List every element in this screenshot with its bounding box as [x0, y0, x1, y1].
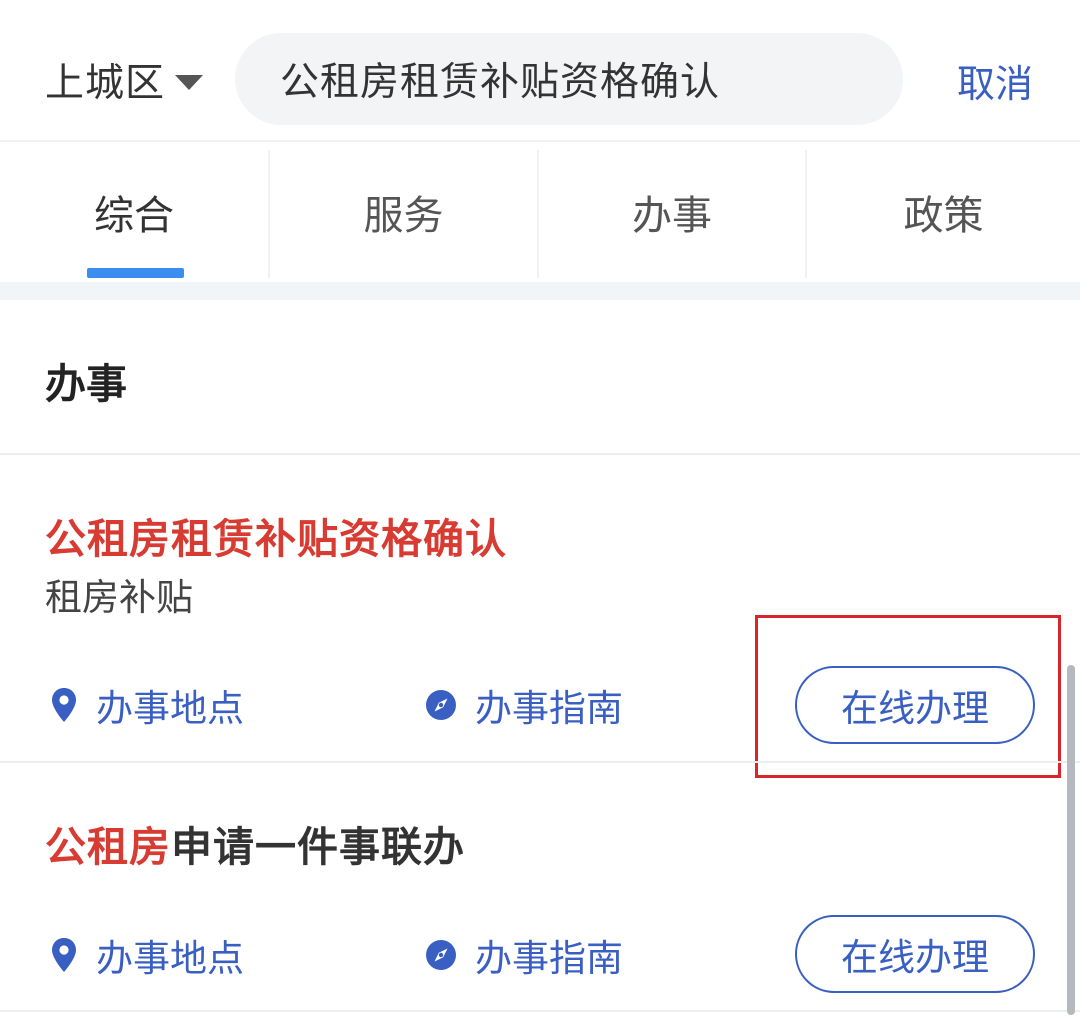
map-pin-icon: [52, 688, 76, 722]
location-link[interactable]: 办事地点: [50, 680, 244, 730]
divider: [0, 761, 1080, 763]
item-title-highlight: 公租房: [45, 823, 171, 871]
tab-comprehensive[interactable]: 综合: [0, 142, 268, 282]
scrollbar[interactable]: [1067, 665, 1075, 1015]
cancel-button[interactable]: 取消: [957, 55, 1033, 106]
tab-bar: 综合 服务 办事 政策: [0, 140, 1080, 282]
item-subtitle: 租房补贴: [45, 576, 193, 619]
guide-label: 办事指南: [475, 937, 623, 980]
region-selector[interactable]: 上城区: [45, 55, 204, 106]
item-title-rest: 申请一件事联办: [171, 823, 465, 871]
online-handle-button[interactable]: 在线办理: [795, 666, 1035, 744]
tab-services[interactable]: 服务: [270, 142, 537, 282]
divider: [0, 453, 1080, 455]
caret-down-icon: [175, 74, 204, 90]
section-title: 办事: [45, 360, 127, 408]
compass-icon: [426, 690, 456, 720]
divider: [0, 1010, 1080, 1012]
online-handle-button[interactable]: 在线办理: [795, 915, 1035, 993]
active-tab-indicator: [87, 268, 184, 278]
location-link[interactable]: 办事地点: [50, 930, 244, 980]
search-query-text: 公租房租赁补贴资格确认: [280, 60, 721, 105]
compass-icon: [426, 940, 456, 970]
location-label: 办事地点: [96, 937, 244, 980]
item-title[interactable]: 公租房租赁补贴资格确认: [45, 505, 507, 565]
guide-label: 办事指南: [475, 687, 623, 730]
tab-policy[interactable]: 政策: [807, 142, 1080, 282]
location-label: 办事地点: [96, 687, 244, 730]
search-header: 上城区 公租房租赁补贴资格确认 取消: [0, 0, 1080, 140]
guide-link[interactable]: 办事指南: [425, 680, 623, 730]
item-title[interactable]: 公租房申请一件事联办: [45, 813, 465, 873]
region-label: 上城区: [45, 61, 166, 106]
section-gap: [0, 282, 1080, 300]
search-input[interactable]: 公租房租赁补贴资格确认: [235, 33, 903, 125]
tab-affairs[interactable]: 办事: [539, 142, 805, 282]
item-title-highlight: 公租房租赁补贴资格确认: [45, 515, 507, 563]
map-pin-icon: [52, 938, 76, 972]
guide-link[interactable]: 办事指南: [425, 930, 623, 980]
